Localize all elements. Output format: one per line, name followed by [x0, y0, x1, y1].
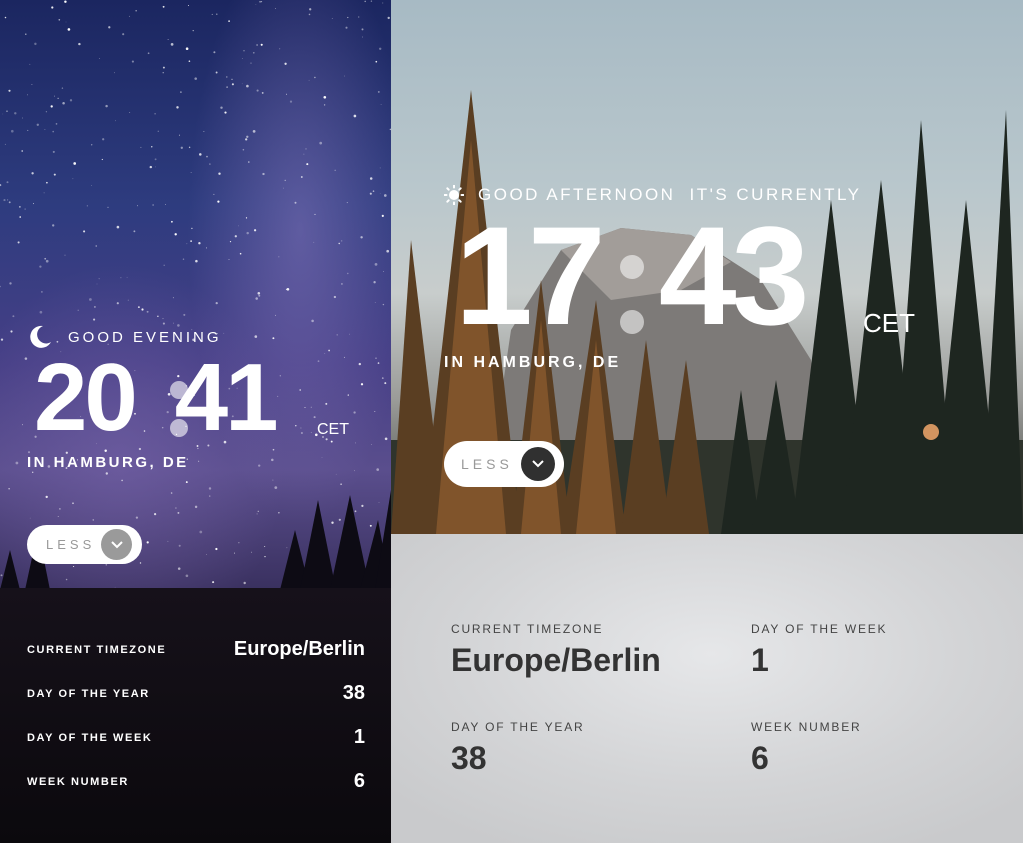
location-text: IN HAMBURG, DE — [444, 354, 622, 371]
detail-row-timezone: CURRENT TIMEZONE Europe/Berlin — [27, 638, 365, 661]
detail-label: DAY OF THE YEAR — [451, 720, 585, 734]
less-toggle-button[interactable]: LESS — [27, 525, 142, 564]
clock-time: 20 41 — [34, 350, 279, 446]
detail-value: Europe/Berlin — [451, 642, 661, 678]
clock-colon — [170, 377, 188, 437]
detail-label: DAY OF THE YEAR — [27, 687, 150, 700]
detail-value: 6 — [751, 740, 769, 776]
detail-label: CURRENT TIMEZONE — [451, 622, 604, 636]
details-panel: CURRENT TIMEZONE Europe/Berlin DAY OF TH… — [0, 588, 391, 843]
chevron-down-icon — [521, 447, 555, 481]
detail-value: 6 — [353, 770, 365, 792]
less-toggle-button[interactable]: LESS — [444, 441, 564, 487]
detail-timezone: CURRENT TIMEZONE Europe/Berlin — [451, 622, 661, 679]
detail-row-week-number: WEEK NUMBER 6 — [27, 770, 365, 793]
detail-row-day-of-week: DAY OF THE WEEK 1 — [27, 726, 365, 749]
detail-label: WEEK NUMBER — [27, 775, 129, 788]
location-text: IN HAMBURG, DE — [27, 454, 189, 471]
timezone-abbreviation: CET — [863, 308, 915, 338]
chevron-down-icon — [101, 529, 132, 560]
detail-day-of-week: DAY OF THE WEEK 1 — [751, 622, 887, 679]
detail-value: Europe/Berlin — [233, 638, 365, 660]
details-panel: CURRENT TIMEZONE Europe/Berlin DAY OF TH… — [391, 534, 1023, 843]
detail-label: DAY OF THE WEEK — [27, 731, 153, 744]
detail-value: 1 — [353, 726, 365, 748]
clock-minute: 43 — [658, 197, 810, 354]
less-toggle-label: LESS — [461, 456, 513, 472]
detail-week-number: WEEK NUMBER 6 — [751, 720, 861, 777]
greeting-text: GOOD EVENING — [68, 328, 222, 346]
detail-value: 1 — [751, 642, 769, 678]
detail-value: 38 — [342, 682, 365, 704]
detail-label: WEEK NUMBER — [751, 720, 862, 734]
clock-minute: 41 — [174, 344, 279, 451]
detail-label: CURRENT TIMEZONE — [27, 643, 167, 656]
clock-colon — [620, 255, 644, 335]
tablet-view: GOOD AFTERNOON IT'S CURRENTLY 17 43 CET I… — [391, 0, 1023, 843]
detail-value: 38 — [451, 740, 487, 776]
timezone-abbreviation: CET — [317, 421, 349, 438]
detail-day-of-year: DAY OF THE YEAR 38 — [451, 720, 584, 777]
detail-label: DAY OF THE WEEK — [751, 622, 888, 636]
less-toggle-label: LESS — [46, 537, 96, 552]
clock-hour: 20 — [34, 344, 138, 451]
clock-hour: 17 — [455, 197, 606, 354]
mobile-view: GOOD EVENING 20 41 CET IN HAMBURG, DE LES… — [0, 0, 391, 843]
detail-row-day-of-year: DAY OF THE YEAR 38 — [27, 682, 365, 705]
